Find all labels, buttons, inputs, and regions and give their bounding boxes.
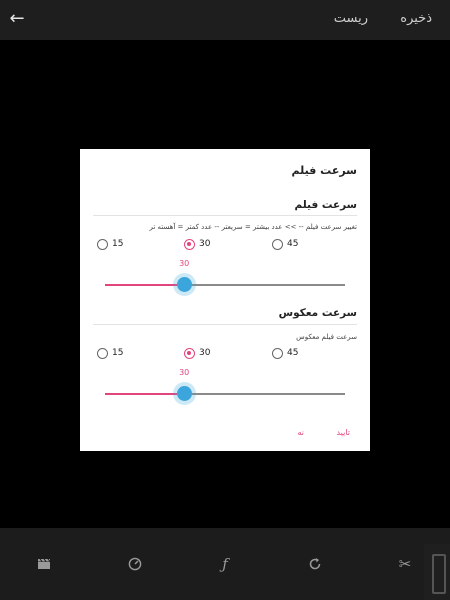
reverse-radio-45[interactable] (272, 348, 283, 359)
speed-radio-30-label: 30 (199, 239, 211, 249)
reset-button[interactable]: ریست (334, 11, 368, 26)
reverse-description: سرعت فیلم معکوس (296, 333, 357, 341)
divider (93, 324, 357, 325)
reverse-radio-30-label: 30 (199, 348, 211, 358)
reverse-radio-group: 15 30 45 (80, 348, 370, 362)
speed-radio-45-label: 45 (287, 239, 299, 249)
speed-radio-45[interactable] (272, 239, 283, 250)
reverse-radio-15-label: 15 (112, 348, 124, 358)
speed-radio-group: 15 30 45 (80, 239, 370, 253)
speed-radio-15-label: 15 (112, 239, 124, 249)
speed-slider[interactable]: 30 (105, 259, 345, 296)
reverse-radio-30[interactable] (184, 348, 195, 359)
confirm-button[interactable]: تایید (336, 428, 350, 437)
speed-radio-15[interactable] (97, 239, 108, 250)
speed-description: تغییر سرعت فیلم -- >> عدد بیشتر = سریعتر… (149, 223, 358, 231)
slider-value: 30 (179, 368, 190, 377)
divider (93, 215, 357, 216)
reverse-radio-15[interactable] (97, 348, 108, 359)
brand-logo (424, 544, 450, 600)
top-toolbar: ← ریست ذخیره (0, 0, 450, 40)
clapperboard-icon[interactable] (32, 552, 56, 576)
slider-thumb[interactable] (172, 382, 196, 405)
bottom-toolbar: ƒ ✂ (0, 528, 450, 600)
arrow-left-icon[interactable]: ← (6, 8, 28, 30)
reverse-radio-45-label: 45 (287, 348, 299, 358)
scissors-icon[interactable]: ✂ (393, 552, 417, 576)
rotate-icon[interactable] (303, 552, 327, 576)
slider-value: 30 (179, 259, 190, 268)
save-button[interactable]: ذخیره (400, 11, 432, 26)
dialog-title: سرعت فیلم (291, 164, 357, 177)
reverse-section-title: سرعت معکوس (278, 307, 357, 319)
slider-thumb[interactable] (172, 273, 196, 296)
reverse-slider[interactable]: 30 (105, 368, 345, 405)
speed-dialog: سرعت فیلم سرعت فیلم تغییر سرعت فیلم -- >… (80, 149, 370, 451)
speed-section-title: سرعت فیلم (294, 199, 357, 211)
speed-radio-30[interactable] (184, 239, 195, 250)
speedometer-icon[interactable] (123, 552, 147, 576)
function-icon[interactable]: ƒ (213, 552, 237, 576)
cancel-button[interactable]: نه (297, 428, 304, 437)
